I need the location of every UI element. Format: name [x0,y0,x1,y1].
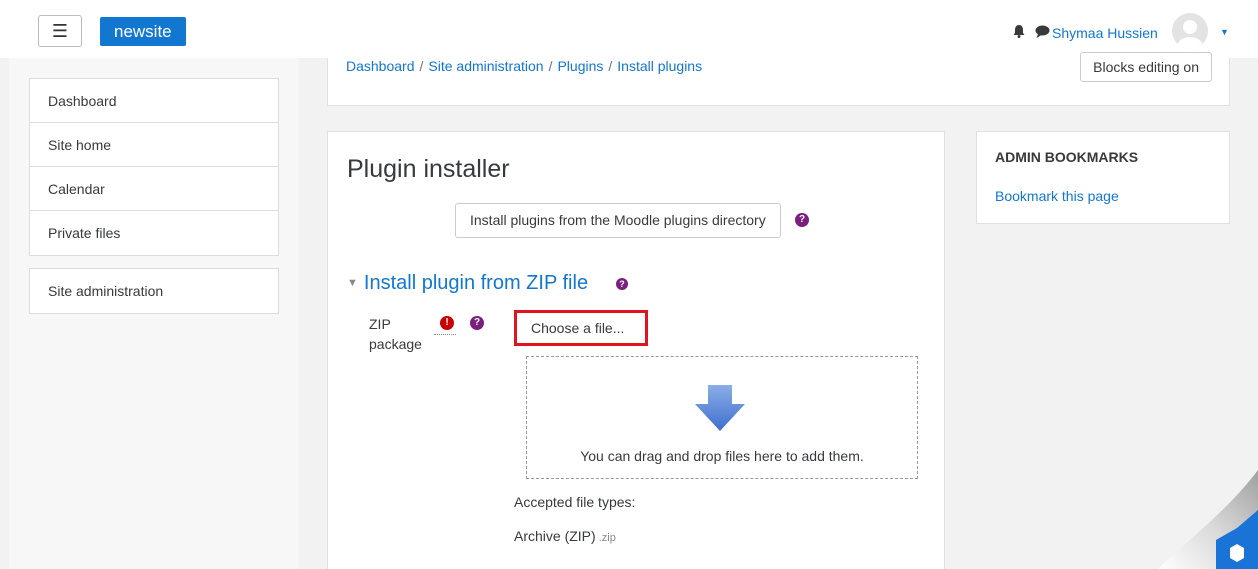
drop-hint-text: You can drag and drop files here to add … [580,448,864,464]
plugins-directory-button[interactable]: Install plugins from the Moodle plugins … [455,203,781,238]
download-arrow-icon [695,385,745,431]
bell-icon[interactable] [1013,25,1025,38]
collapse-triangle-icon: ▼ [347,277,358,289]
choose-file-button[interactable]: Choose a file... [514,310,648,346]
required-icon: ! [440,316,454,330]
nav-item-site-administration[interactable]: Site administration [30,269,278,313]
help-icon[interactable]: ? [616,278,628,290]
archive-type-label: Archive (ZIP) [514,528,596,544]
caret-down-icon[interactable]: ▼ [1220,27,1229,37]
section-title: Install plugin from ZIP file [363,272,589,294]
zip-package-label: ZIP package [369,316,422,352]
nav-item-dashboard[interactable]: Dashboard [30,79,278,123]
hamburger-icon: ☰ [51,20,69,41]
help-icon[interactable]: ? [470,316,484,330]
main-content: Plugin installer Install plugins from th… [327,131,945,569]
menu-toggle-button[interactable]: ☰ [38,15,82,47]
breadcrumb: Dashboard / Site administration / Plugins / In… [346,58,702,74]
breadcrumb-site-administration[interactable]: Site administration [428,58,543,74]
corner-peel-decoration [1158,470,1258,569]
required-underline [434,334,456,335]
breadcrumb-plugins[interactable]: Plugins [557,58,603,74]
user-silhouette-icon [1177,20,1203,49]
file-drop-zone[interactable]: You can drag and drop files here to add … [526,356,918,479]
help-icon[interactable]: ? [795,213,809,227]
chat-icon[interactable] [1035,25,1050,38]
site-brand-link[interactable]: newsite [100,17,186,46]
blocks-editing-button[interactable]: Blocks editing on [1080,52,1212,82]
top-navbar: ☰ newsite Shymaa Hussien ▼ [0,0,1258,58]
block-title: ADMIN BOOKMARKS [995,149,1139,165]
accepted-types-label: Accepted file types: [514,494,636,510]
breadcrumb-install-plugins[interactable]: Install plugins [617,58,702,74]
archive-extension: .zip [598,532,616,544]
accepted-type-archive: Archive (ZIP) .zip [514,528,616,544]
breadcrumb-separator: / [548,58,553,74]
bookmark-page-link[interactable]: Bookmark this page [995,188,1119,204]
user-name-link[interactable]: Shymaa Hussien [1052,25,1158,41]
breadcrumb-separator: / [419,58,424,74]
breadcrumb-dashboard[interactable]: Dashboard [346,58,415,74]
admin-bookmarks-block: ADMIN BOOKMARKS Bookmark this page [976,131,1230,224]
breadcrumb-separator: / [608,58,613,74]
avatar[interactable] [1172,13,1208,49]
page-title: Plugin installer [347,155,510,183]
page-header: Dashboard / Site administration / Plugins / In… [327,52,1230,106]
section-header-install-zip[interactable]: ▼ Install plugin from ZIP file [347,272,588,295]
nav-item-private-files[interactable]: Private files [30,211,278,255]
nav-item-calendar[interactable]: Calendar [30,167,278,211]
nav-list-admin: Site administration [29,268,279,314]
nav-list-main: Dashboard Site home Calendar Private fil… [29,78,279,256]
nav-item-site-home[interactable]: Site home [30,123,278,167]
